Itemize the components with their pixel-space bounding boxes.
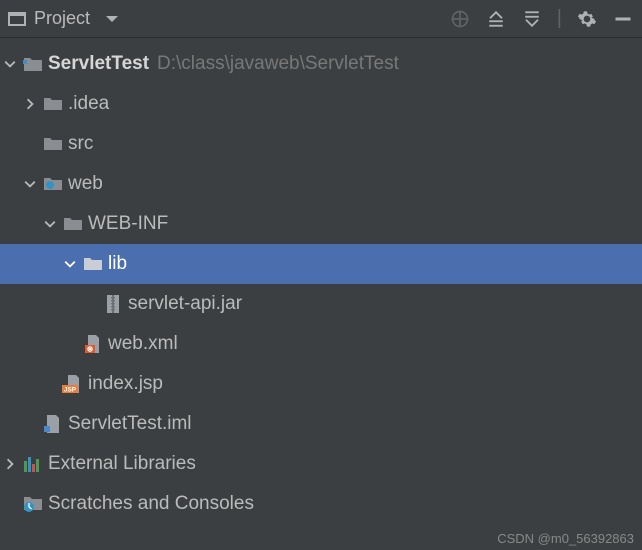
tree-row-indexjsp[interactable]: JSP index.jsp xyxy=(0,364,642,404)
node-label: lib xyxy=(108,253,127,275)
watermark: CSDN @m0_56392863 xyxy=(497,531,634,546)
arrow-placeholder xyxy=(0,494,20,514)
chevron-down-icon[interactable] xyxy=(60,254,80,274)
node-label: servlet-api.jar xyxy=(128,293,242,315)
node-label: web xyxy=(68,173,103,195)
web-folder-icon xyxy=(40,174,66,194)
toolbar-right: | xyxy=(449,7,634,30)
svg-text:JSP: JSP xyxy=(64,387,77,394)
project-toolbar: Project | xyxy=(0,0,642,38)
collapse-all-icon[interactable] xyxy=(521,8,543,30)
select-opened-file-icon[interactable] xyxy=(449,8,471,30)
tree-row-webinf[interactable]: WEB-INF xyxy=(0,204,642,244)
folder-icon xyxy=(40,94,66,114)
view-dropdown-icon[interactable] xyxy=(106,16,118,22)
folder-icon xyxy=(60,214,86,234)
folder-icon xyxy=(80,254,106,274)
project-tree[interactable]: ServletTest D:\class\javaweb\ServletTest… xyxy=(0,38,642,524)
tree-row-project-root[interactable]: ServletTest D:\class\javaweb\ServletTest xyxy=(0,44,642,84)
xml-file-icon xyxy=(80,334,106,354)
arrow-placeholder xyxy=(20,414,40,434)
node-label: Scratches and Consoles xyxy=(48,493,254,515)
tree-row-iml[interactable]: ServletTest.iml xyxy=(0,404,642,444)
tree-row-idea[interactable]: .idea xyxy=(0,84,642,124)
node-label: ServletTest.iml xyxy=(68,413,192,435)
arrow-placeholder xyxy=(40,374,60,394)
libraries-icon xyxy=(20,454,46,474)
iml-file-icon xyxy=(40,414,66,434)
chevron-down-icon[interactable] xyxy=(40,214,60,234)
node-path-hint: D:\class\javaweb\ServletTest xyxy=(157,53,399,75)
tree-row-web[interactable]: web xyxy=(0,164,642,204)
toolbar-divider: | xyxy=(557,7,562,30)
tree-row-lib[interactable]: lib xyxy=(0,244,642,284)
gear-icon[interactable] xyxy=(576,8,598,30)
node-label: src xyxy=(68,133,93,155)
arrow-placeholder xyxy=(60,334,80,354)
tree-row-jar[interactable]: servlet-api.jar xyxy=(0,284,642,324)
folder-icon xyxy=(40,134,66,154)
toolbar-left: Project xyxy=(8,8,118,29)
scratches-icon xyxy=(20,494,46,514)
jar-file-icon xyxy=(100,294,126,314)
panel-title: Project xyxy=(34,8,90,29)
tree-row-src[interactable]: src xyxy=(0,124,642,164)
node-label: External Libraries xyxy=(48,453,196,475)
node-label: index.jsp xyxy=(88,373,163,395)
chevron-down-icon[interactable] xyxy=(20,174,40,194)
node-label: .idea xyxy=(68,93,109,115)
tree-row-webxml[interactable]: web.xml xyxy=(0,324,642,364)
tree-row-external-libraries[interactable]: External Libraries xyxy=(0,444,642,484)
module-folder-icon xyxy=(20,54,46,74)
chevron-right-icon[interactable] xyxy=(20,94,40,114)
node-label: ServletTest xyxy=(48,53,149,75)
panel-icon xyxy=(8,12,26,26)
node-label: WEB-INF xyxy=(88,213,168,235)
node-label: web.xml xyxy=(108,333,178,355)
hide-icon[interactable] xyxy=(612,8,634,30)
chevron-right-icon[interactable] xyxy=(0,454,20,474)
expand-all-icon[interactable] xyxy=(485,8,507,30)
tree-row-scratches[interactable]: Scratches and Consoles xyxy=(0,484,642,524)
chevron-down-icon[interactable] xyxy=(0,54,20,74)
arrow-placeholder xyxy=(80,294,100,314)
arrow-placeholder xyxy=(20,134,40,154)
jsp-file-icon: JSP xyxy=(60,374,86,394)
